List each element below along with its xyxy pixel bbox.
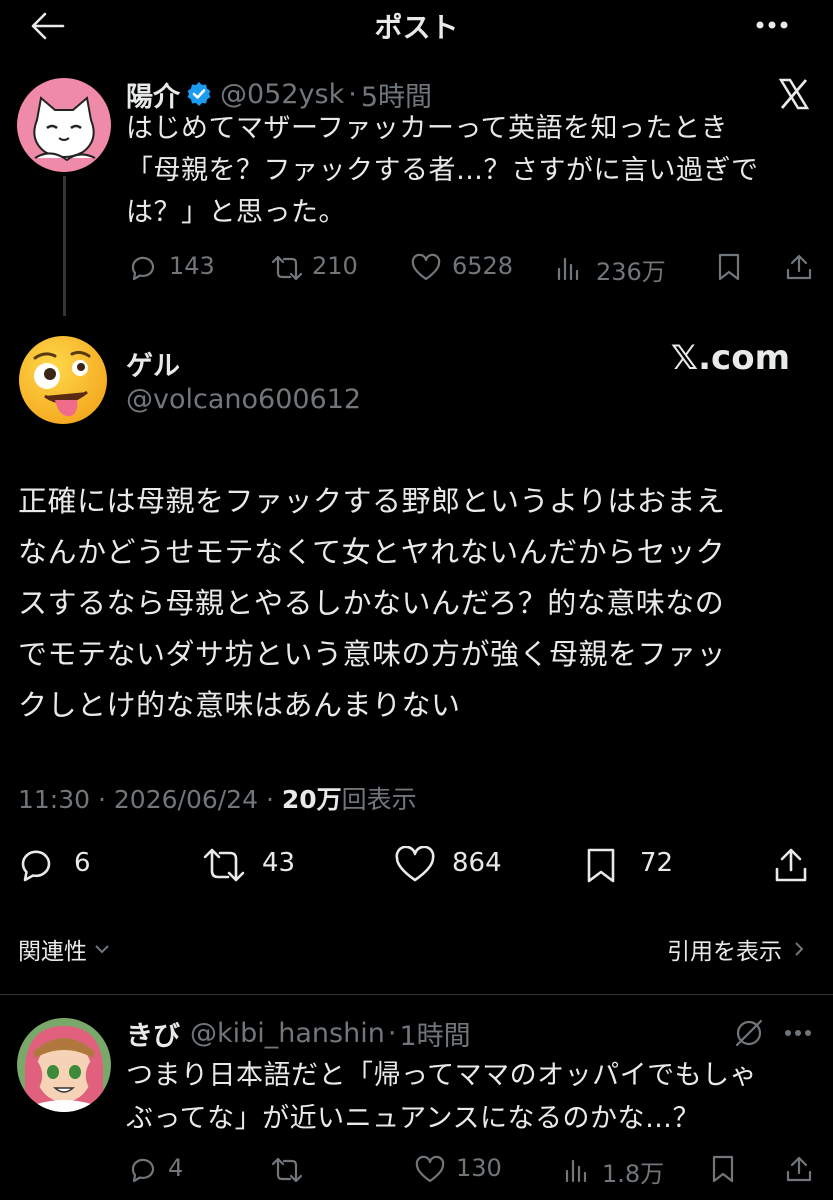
heart-icon: [395, 846, 435, 882]
page-title: ポスト: [374, 11, 459, 44]
author-name[interactable]: ゲル: [126, 344, 180, 383]
heart-icon: [415, 1155, 445, 1183]
share-icon: [775, 848, 807, 882]
like-button[interactable]: 130: [414, 1154, 524, 1186]
anime-character-avatar-image: [25, 1026, 103, 1112]
heart-icon: [411, 253, 441, 281]
bookmark-icon: [587, 848, 615, 883]
x-com-watermark: 𝕏.com: [670, 338, 790, 378]
more-horizontal-icon: [756, 21, 788, 29]
repost-icon: [271, 255, 303, 281]
more-options-button[interactable]: [782, 1020, 814, 1046]
related-label: 関連性: [18, 939, 87, 965]
author-handle[interactable]: @kibi_hanshin: [190, 1018, 385, 1049]
share-button[interactable]: [772, 846, 810, 884]
reply-button[interactable]: 6: [18, 846, 108, 884]
view-count: 20万: [281, 785, 342, 814]
chevron-right-icon: [795, 942, 804, 956]
post-body: 正確には母親をファックする野郎というよりはおまえ なんかどうせモテなくて女とヤれ…: [18, 484, 727, 722]
related-toggle[interactable]: 関連性: [18, 932, 113, 966]
reply-count: 4: [168, 1154, 184, 1182]
like-count: 130: [456, 1154, 502, 1182]
cat-avatar-image: [33, 96, 96, 162]
analytics-icon: [557, 257, 579, 281]
chevron-down-icon: [95, 945, 109, 954]
comment-icon: [131, 1158, 155, 1183]
grok-icon: [735, 1019, 763, 1047]
repost-count: 210: [312, 252, 358, 280]
views-button[interactable]: 236万: [554, 252, 684, 286]
share-icon: [786, 254, 812, 280]
repost-icon: [203, 848, 245, 882]
view-quotes-link[interactable]: 引用を表示: [560, 932, 810, 966]
share-icon: [786, 1156, 812, 1182]
more-options-button[interactable]: [752, 8, 792, 42]
post-time[interactable]: 1時間: [399, 1014, 470, 1053]
repost-button[interactable]: [270, 1154, 330, 1186]
reply-post-header: きび @kibi_hanshin · 1時間: [126, 1014, 471, 1053]
reply-button[interactable]: 143: [128, 252, 228, 284]
views-button[interactable]: 1.8万: [562, 1154, 682, 1188]
repost-count: 43: [262, 848, 296, 878]
reply-post-text: つまり日本語だと「帰ってママのオッパイでもしゃ ぶってな」が近いニュアンスになる…: [126, 1060, 758, 1134]
reply-count: 143: [169, 252, 215, 280]
repost-icon: [271, 1157, 303, 1183]
share-button[interactable]: [784, 1154, 814, 1186]
quoted-post-header: 陽介 @052ysk · 5時間: [126, 76, 432, 113]
author-name[interactable]: きび: [126, 1014, 180, 1053]
bookmark-icon: [718, 253, 740, 281]
verified-badge-icon: [186, 81, 212, 107]
post-date[interactable]: 2026/06/24: [114, 785, 258, 814]
x-logo-icon[interactable]: [776, 76, 812, 112]
bookmark-button[interactable]: 72: [584, 846, 684, 884]
post-time[interactable]: 11:30: [18, 785, 90, 814]
bookmark-button[interactable]: [714, 252, 744, 284]
like-button[interactable]: 864: [394, 846, 524, 884]
bookmark-button[interactable]: [708, 1154, 738, 1186]
like-button[interactable]: 6528: [410, 252, 530, 284]
avatar[interactable]: [17, 334, 109, 426]
repost-button[interactable]: 210: [270, 252, 370, 284]
more-horizontal-icon: [785, 1030, 811, 1036]
bookmark-count: 72: [640, 848, 674, 878]
divider: [0, 994, 833, 995]
grok-button[interactable]: [732, 1016, 766, 1050]
view-count: 1.8万: [602, 1160, 665, 1188]
separator-dot: ·: [348, 78, 357, 110]
comment-icon: [131, 256, 155, 281]
like-count: 864: [452, 848, 502, 878]
view-quotes-label: 引用を表示: [667, 939, 782, 965]
repost-button[interactable]: 43: [202, 846, 312, 884]
author-handle[interactable]: @052ysk: [220, 79, 344, 110]
post-meta: 11:30 · 2026/06/24 · 20万回表示: [18, 785, 417, 814]
zany-face-emoji-image: [19, 336, 107, 424]
reply-button[interactable]: 4: [128, 1154, 228, 1186]
thread-connector-line: [63, 176, 66, 316]
avatar[interactable]: [17, 1018, 111, 1112]
comment-icon: [21, 850, 51, 882]
share-button[interactable]: [784, 252, 814, 284]
avatar[interactable]: [17, 78, 111, 172]
like-count: 6528: [452, 252, 514, 280]
quoted-post-text: はじめてマザーファッカーって英語を知ったとき 「母親を？ファックする者…？さすが…: [126, 113, 759, 228]
analytics-icon: [565, 1159, 587, 1183]
reply-count: 6: [74, 848, 91, 878]
author-handle[interactable]: @volcano600612: [126, 384, 361, 415]
bookmark-icon: [712, 1155, 734, 1183]
view-label: 回表示: [341, 785, 417, 814]
view-count: 236万: [596, 258, 666, 286]
